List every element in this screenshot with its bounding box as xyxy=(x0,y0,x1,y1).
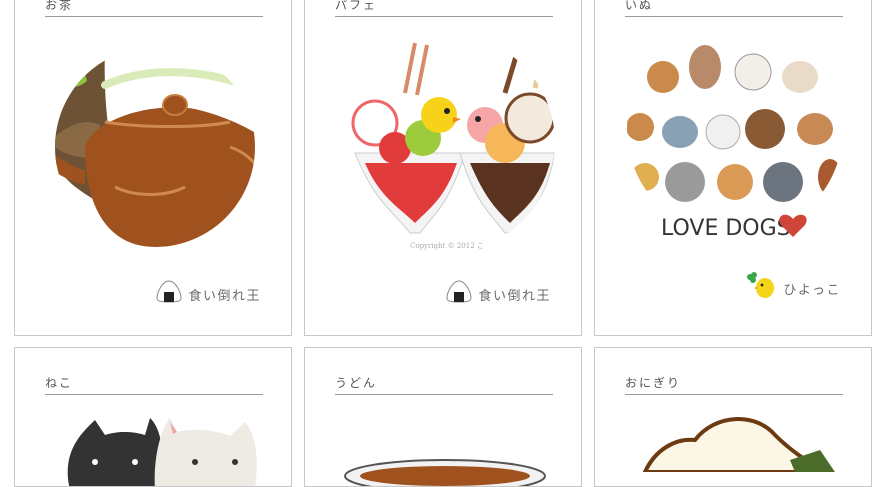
onigiri-icon xyxy=(156,280,182,303)
chick-clover-icon xyxy=(747,272,775,298)
watermark-text: Copyright © 2012 こ xyxy=(410,242,484,250)
card-title: お茶 xyxy=(45,0,263,17)
card-neko[interactable]: ねこ xyxy=(14,347,292,487)
dogs-illustration[interactable]: LOVE DOGS xyxy=(625,37,845,247)
author-credit[interactable]: 食い倒れ王 xyxy=(156,279,261,304)
teapot-illustration[interactable] xyxy=(45,47,265,247)
author-credit[interactable]: ひよっこ xyxy=(743,272,841,298)
author-name: 食い倒れ王 xyxy=(188,288,261,304)
card-title: おにぎり xyxy=(625,372,843,395)
author-credit[interactable]: 食い倒れ王 xyxy=(446,279,551,304)
card-title: いぬ xyxy=(625,0,843,17)
onigiri-illustration[interactable] xyxy=(625,410,845,472)
author-name: 食い倒れ王 xyxy=(478,288,551,304)
card-title: ねこ xyxy=(45,372,263,395)
card-parfait[interactable]: パフェ Copyright © 2012 こ 食い倒れ王 xyxy=(304,0,582,336)
author-name: ひよっこ xyxy=(783,282,841,298)
card-title: パフェ xyxy=(335,0,553,17)
love-dogs-text: LOVE DOGS xyxy=(661,216,791,241)
card-title: うどん xyxy=(335,372,553,395)
onigiri-icon xyxy=(446,280,472,303)
cats-illustration[interactable] xyxy=(45,410,265,487)
parfait-illustration[interactable]: Copyright © 2012 こ xyxy=(335,33,555,253)
card-inu[interactable]: いぬ LOVE DOGS ひよっこ xyxy=(594,0,872,336)
card-onigiri[interactable]: おにぎり xyxy=(594,347,872,487)
card-udon[interactable]: うどん xyxy=(304,347,582,487)
udon-illustration[interactable] xyxy=(335,446,555,486)
card-ocha[interactable]: お茶 食い倒れ王 xyxy=(14,0,292,336)
